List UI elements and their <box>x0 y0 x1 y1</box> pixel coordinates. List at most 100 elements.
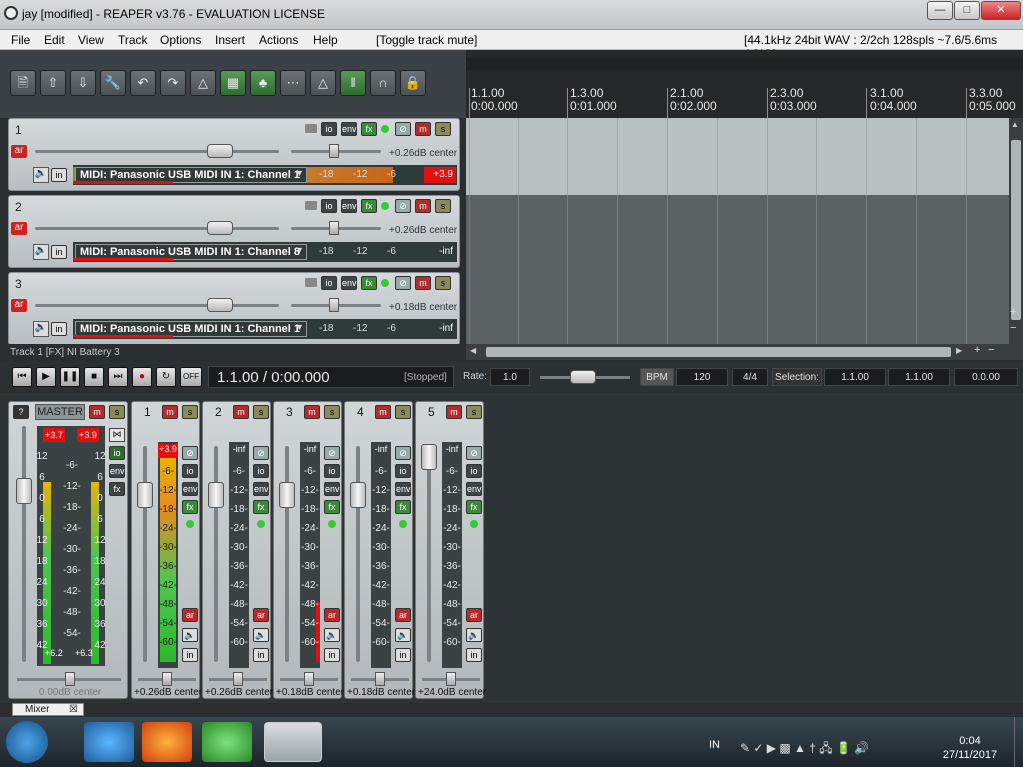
repeat-icon[interactable]: ↻ <box>156 367 176 387</box>
strip-input-button[interactable]: in <box>466 648 482 662</box>
master-fader-knob[interactable] <box>16 478 32 504</box>
strip-fader-knob[interactable] <box>137 482 153 508</box>
chevron-down-icon[interactable]: ▼ <box>295 322 307 334</box>
strip-fx-button[interactable]: fx <box>324 500 340 514</box>
strip-solo-button[interactable]: s <box>182 405 198 419</box>
close-button[interactable]: ✕ <box>981 1 1021 20</box>
strip-pan-knob[interactable] <box>375 672 385 686</box>
save-icon[interactable]: ⇩ <box>70 70 96 96</box>
volume-slider[interactable] <box>35 227 279 230</box>
volume-knob[interactable] <box>207 298 233 312</box>
mute-button[interactable]: m <box>415 122 431 136</box>
monitor-icon[interactable]: 🔈 <box>33 321 49 337</box>
volume-slider[interactable] <box>35 150 279 153</box>
strip-fx-button[interactable]: fx <box>182 500 198 514</box>
strip-io-button[interactable]: io <box>466 464 482 478</box>
strip-io-button[interactable]: io <box>395 464 411 478</box>
strip-solo-button[interactable]: s <box>253 405 269 419</box>
time-signature-field[interactable]: 4/4 <box>732 368 768 386</box>
track-lane-1[interactable] <box>466 118 1009 195</box>
strip-io-button[interactable]: io <box>253 464 269 478</box>
strip-fader-knob[interactable] <box>208 482 224 508</box>
selection-length-field[interactable]: 0.0.00 <box>954 368 1018 386</box>
solo-button[interactable]: s <box>435 122 451 136</box>
open-icon[interactable]: ⇧ <box>40 70 66 96</box>
menu-track[interactable]: Track <box>118 33 148 47</box>
new-project-icon[interactable]: 🗎 <box>10 70 36 96</box>
menu-options[interactable]: Options <box>160 33 201 47</box>
folder-icon[interactable] <box>305 201 317 210</box>
mute-button[interactable]: m <box>415 199 431 213</box>
strip-io-button[interactable]: io <box>324 464 340 478</box>
strip-arm-button[interactable]: ar <box>395 608 411 622</box>
fx-enable-icon[interactable] <box>381 202 389 210</box>
arm-record-button[interactable]: ar <box>11 145 27 158</box>
envelope-icon[interactable]: ‖ <box>340 70 366 96</box>
master-fader-track[interactable] <box>22 426 26 662</box>
strip-arm-button[interactable]: ar <box>253 608 269 622</box>
strip-input-button[interactable]: in <box>182 648 198 662</box>
monitor-icon[interactable]: 🔈 <box>466 628 482 642</box>
menu-edit[interactable]: Edit <box>44 33 65 47</box>
pause-icon[interactable]: ❚❚ <box>60 367 80 387</box>
strip-pan-knob[interactable] <box>233 672 243 686</box>
scroll-left-icon[interactable]: ◀ <box>470 346 476 355</box>
solo-button[interactable]: s <box>435 276 451 290</box>
strip-env-button[interactable]: env <box>182 482 198 496</box>
menu-insert[interactable]: Insert <box>215 33 245 47</box>
monitor-icon[interactable]: 🔈 <box>395 628 411 642</box>
strip-fx-button[interactable]: fx <box>253 500 269 514</box>
bpm-field[interactable]: 120 <box>676 368 728 386</box>
master-label[interactable]: MASTER <box>35 404 85 420</box>
strip-mute-button[interactable]: m <box>375 405 391 419</box>
fx-enable-icon[interactable] <box>257 520 265 528</box>
solo-button[interactable]: s <box>435 199 451 213</box>
go-to-end-icon[interactable]: ⏭ <box>108 367 128 387</box>
track-panel-2[interactable]: 2 ar io env fx ⊘ m s +0.26dB center 🔈 in MIDI: Pana… <box>8 195 460 268</box>
tray-clock[interactable]: 0:04 27/11/2017 <box>930 734 1010 762</box>
volume-knob[interactable] <box>207 221 233 235</box>
strip-arm-button[interactable]: ar <box>324 608 340 622</box>
folder-icon[interactable] <box>305 278 317 287</box>
strip-env-button[interactable]: env <box>253 482 269 496</box>
start-button[interactable] <box>6 721 48 763</box>
selection-start-field[interactable]: 1.1.00 <box>824 368 886 386</box>
strip-mute-button[interactable]: m <box>162 405 178 419</box>
master-mute-button[interactable]: m <box>89 405 105 419</box>
strip-env-button[interactable]: env <box>324 482 340 496</box>
fx-button[interactable]: fx <box>361 276 377 290</box>
selection-end-field[interactable]: 1.1.00 <box>888 368 950 386</box>
menu-help[interactable]: Help <box>313 33 338 47</box>
env-button[interactable]: env <box>341 199 357 213</box>
master-solo-button[interactable]: s <box>109 405 125 419</box>
firefox-icon[interactable] <box>142 722 192 762</box>
zoom-out-icon[interactable]: − <box>1010 322 1016 334</box>
strip-fx-button[interactable]: fx <box>395 500 411 514</box>
ie-icon[interactable] <box>84 722 134 762</box>
zoom-in-icon[interactable]: + <box>1010 306 1016 318</box>
settings-wrench-icon[interactable]: 🔧 <box>100 70 126 96</box>
strip-fx-button[interactable]: fx <box>466 500 482 514</box>
arrange-view[interactable] <box>466 118 1009 344</box>
region-lane[interactable] <box>466 58 1023 70</box>
monitor-icon[interactable]: 🔈 <box>33 244 49 260</box>
volume-knob[interactable] <box>207 144 233 158</box>
go-to-start-icon[interactable]: ⏮ <box>12 367 32 387</box>
chevron-down-icon[interactable]: ▼ <box>295 168 307 180</box>
vertical-scrollbar[interactable]: ▲ + − <box>1009 118 1023 344</box>
mp4-converter-icon[interactable] <box>202 722 252 762</box>
playrate-knob[interactable] <box>570 370 596 384</box>
reaper-icon[interactable] <box>264 722 322 762</box>
strip-mute-button[interactable]: m <box>446 405 462 419</box>
menu-file[interactable]: File <box>11 33 30 47</box>
scroll-up-icon[interactable]: ▲ <box>1011 120 1021 130</box>
strip-env-button[interactable]: env <box>466 482 482 496</box>
io-button[interactable]: io <box>321 122 337 136</box>
fx-button[interactable]: fx <box>361 122 377 136</box>
track-lane-2[interactable] <box>466 195 1009 272</box>
strip-solo-button[interactable]: s <box>324 405 340 419</box>
strip-fader-track[interactable] <box>143 446 147 662</box>
strip-fader-knob[interactable] <box>350 482 366 508</box>
scroll-right-icon[interactable]: ▶ <box>956 346 962 355</box>
monitor-icon[interactable]: 🔈 <box>182 628 198 642</box>
